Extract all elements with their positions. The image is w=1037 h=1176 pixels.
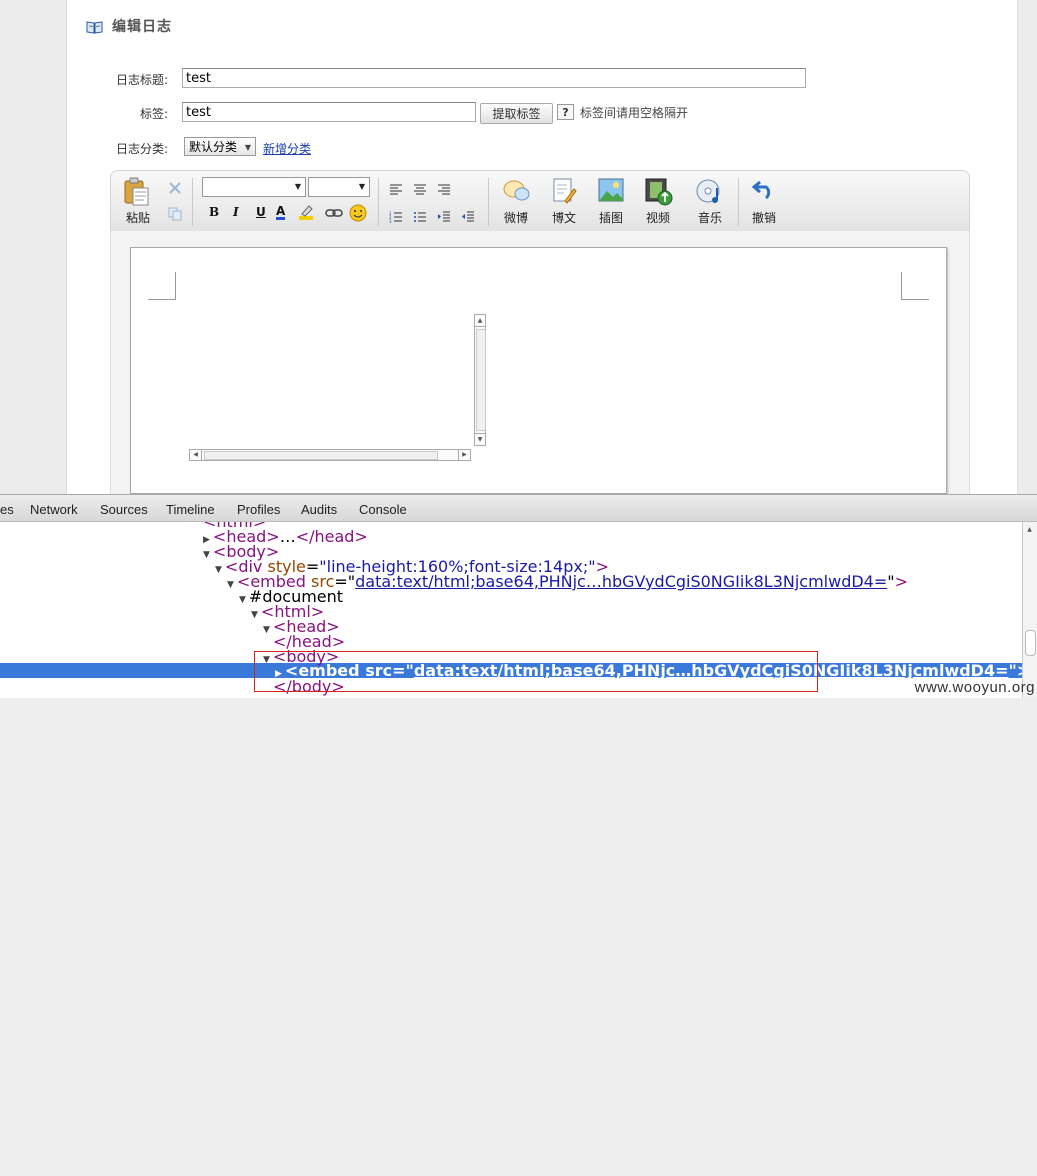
undo-icon[interactable] [751,178,776,204]
toolbar-separator [488,178,489,226]
tab-network[interactable]: Network [30,502,78,517]
tab-audits[interactable]: Audits [301,502,337,517]
page-header: 编辑日志 [86,16,172,36]
toolbar-separator [192,178,193,226]
align-center-icon[interactable] [413,181,427,200]
triangle-down-icon[interactable]: ▼ [239,595,246,605]
font-family-select[interactable]: ▼ [202,177,306,197]
weibo-label[interactable]: 微博 [502,209,530,226]
toolbar-separator [738,178,739,226]
ordered-list-icon[interactable]: 123 [389,208,403,227]
add-category-link[interactable]: 新增分类 [263,140,311,157]
highlight-icon[interactable] [298,203,318,225]
editor-margin-corner [901,272,929,300]
svg-text:3: 3 [389,219,392,223]
insert-image-icon[interactable] [598,178,624,208]
chevron-down-icon: ▼ [244,143,251,152]
horizontal-scrollbar[interactable]: ◀ ▶ [189,449,471,461]
font-color-button[interactable]: A [276,205,286,220]
devtools-scrollbar[interactable]: ▲ [1022,522,1037,698]
scroll-right-icon[interactable]: ▶ [458,450,470,460]
watermark: www.wooyun.org [914,679,1035,696]
highlight-box [254,651,818,692]
tags-label: 标签: [139,107,168,121]
music-label[interactable]: 音乐 [696,209,724,226]
tab-sources[interactable]: Sources [100,502,148,517]
scroll-thumb[interactable] [1025,630,1036,656]
category-select[interactable]: 默认分类 ▼ [184,137,256,156]
triangle-down-icon[interactable]: ▼ [263,625,270,635]
category-label: 日志分类: [115,142,168,156]
title-label: 日志标题: [115,73,168,87]
align-left-icon[interactable] [389,181,403,200]
chevron-down-icon: ▼ [358,182,365,191]
toolbar-separator [378,178,379,226]
editor-margin-corner [148,272,176,300]
embed-src-link[interactable]: data:text/html;base64,PHNjc…hbGVydCgiS0N… [355,572,887,591]
scroll-thumb[interactable] [204,451,438,460]
video-icon[interactable] [645,178,673,210]
tab-resources[interactable]: es [0,502,14,517]
tags-input[interactable]: test [182,102,476,122]
font-size-select[interactable]: ▼ [308,177,370,197]
page-title: 编辑日志 [112,19,172,35]
fetch-tags-button[interactable]: 提取标签 [480,103,553,124]
italic-button[interactable]: I [233,205,239,219]
insert-image-label[interactable]: 插图 [597,209,625,226]
underline-button[interactable]: U [256,205,266,219]
tags-hint: 标签间请用空格隔开 [580,106,689,120]
help-icon[interactable]: ? [557,104,574,120]
copy-icon[interactable] [168,206,182,225]
unordered-list-icon[interactable] [413,208,427,227]
triangle-down-icon[interactable]: ▼ [251,610,258,620]
scroll-left-icon[interactable]: ◀ [190,450,202,460]
emoticon-icon[interactable] [349,204,367,226]
scroll-thumb[interactable] [476,329,486,431]
scroll-up-icon[interactable]: ▲ [475,315,485,327]
book-icon [86,19,103,34]
blog-post-label[interactable]: 博文 [550,209,578,226]
cut-icon[interactable] [168,180,182,199]
undo-label[interactable]: 撤销 [750,209,778,226]
chevron-down-icon: ▼ [294,182,301,191]
outdent-icon[interactable] [461,208,475,227]
weibo-icon[interactable] [502,178,530,208]
music-icon[interactable] [696,178,724,210]
tab-profiles[interactable]: Profiles [237,502,280,517]
vertical-scrollbar[interactable]: ▲ ▼ [474,314,486,446]
devtools-tab-bar: es Network Sources Timeline Profiles Aud… [0,494,1037,522]
paste-icon[interactable] [122,177,152,211]
paste-label: 粘贴 [125,211,150,225]
scroll-up-icon[interactable]: ▲ [1024,524,1035,535]
blog-post-icon[interactable] [551,177,577,209]
category-selected-value: 默认分类 [189,140,238,154]
video-label[interactable]: 视频 [644,209,672,226]
align-right-icon[interactable] [437,181,451,200]
tab-console[interactable]: Console [359,502,407,517]
title-input[interactable]: test [182,68,806,88]
scroll-down-icon[interactable]: ▼ [475,433,485,445]
triangle-down-icon[interactable]: ▼ [227,580,234,590]
bold-button[interactable]: B [209,205,219,219]
tab-timeline[interactable]: Timeline [166,502,215,517]
link-icon[interactable] [325,205,343,224]
triangle-down-icon[interactable]: ▼ [215,565,222,575]
indent-icon[interactable] [437,208,451,227]
triangle-down-icon[interactable]: ▼ [203,550,210,560]
